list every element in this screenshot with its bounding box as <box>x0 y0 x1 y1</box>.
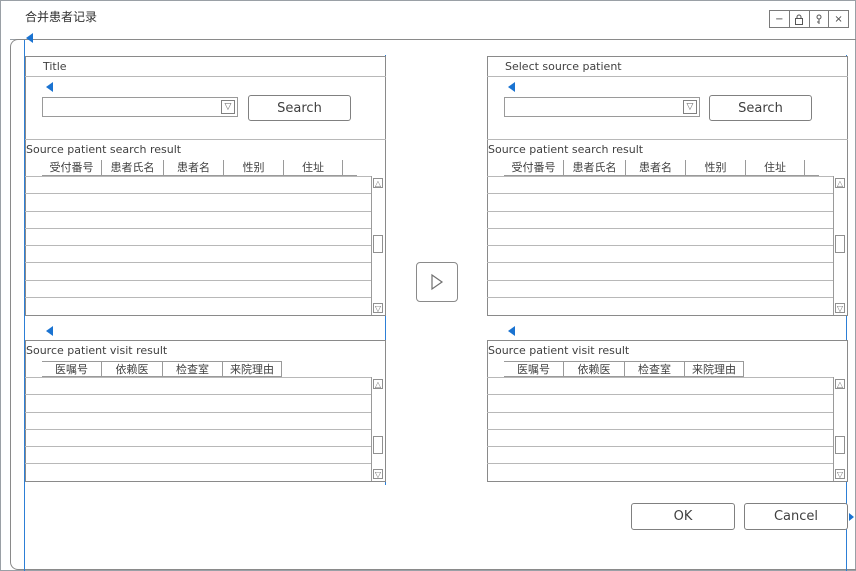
column-header[interactable]: 患者名 <box>626 160 686 175</box>
table-row[interactable] <box>487 463 833 464</box>
divider <box>487 139 848 140</box>
table-row[interactable] <box>487 297 833 298</box>
scroll-down-icon[interactable]: ▽ <box>835 469 845 479</box>
column-header[interactable]: 住址 <box>284 160 343 175</box>
left-search-button[interactable]: Search <box>248 95 351 121</box>
left-search-result-label: Source patient search result <box>26 143 182 156</box>
column-header[interactable]: 性别 <box>224 160 284 175</box>
table-row[interactable] <box>487 193 833 194</box>
right-visit-result-label: Source patient visit result <box>488 344 630 357</box>
lock-icon[interactable] <box>790 11 810 27</box>
divider <box>487 76 848 77</box>
scroll-down-icon[interactable]: ▽ <box>373 303 383 313</box>
table-row[interactable] <box>25 429 371 430</box>
chevron-down-icon[interactable]: ▽ <box>683 100 697 114</box>
table-row[interactable] <box>487 446 833 447</box>
table-row[interactable] <box>25 412 371 413</box>
divider <box>25 76 386 77</box>
left-panel-title: Title <box>43 60 67 73</box>
chevron-down-icon[interactable]: ▽ <box>221 100 235 114</box>
transfer-button[interactable] <box>416 262 458 302</box>
left-visit-scrollbar[interactable]: △ ▽ <box>371 377 384 481</box>
divider <box>25 139 386 140</box>
collapse-marker-icon <box>508 326 515 336</box>
column-header[interactable]: 患者名 <box>164 160 224 175</box>
collapse-marker-icon <box>46 326 53 336</box>
table-row[interactable] <box>487 176 833 177</box>
window-title: 合并患者记录 <box>25 10 98 24</box>
column-header[interactable]: 依赖医 <box>102 362 163 376</box>
column-header[interactable]: 住址 <box>746 160 805 175</box>
table-row[interactable] <box>25 211 371 212</box>
cancel-button[interactable]: Cancel <box>744 503 848 530</box>
table-row[interactable] <box>487 412 833 413</box>
table-row[interactable] <box>25 463 371 464</box>
scroll-up-icon[interactable]: △ <box>835 178 845 188</box>
left-search-table-header: 受付番号 患者氏名 患者名 性别 住址 <box>42 160 357 176</box>
table-row[interactable] <box>25 297 371 298</box>
column-header[interactable]: 来院理由 <box>685 362 744 376</box>
right-search-table-header: 受付番号 患者氏名 患者名 性别 住址 <box>504 160 819 176</box>
table-row[interactable] <box>25 377 371 378</box>
scroll-down-icon[interactable]: ▽ <box>373 469 383 479</box>
table-row[interactable] <box>487 280 833 281</box>
play-right-icon <box>431 273 444 291</box>
column-header[interactable]: 受付番号 <box>42 160 102 175</box>
table-row[interactable] <box>487 211 833 212</box>
column-header[interactable]: 来院理由 <box>223 362 282 376</box>
scroll-thumb[interactable] <box>373 436 383 454</box>
table-row[interactable] <box>487 394 833 395</box>
right-visit-scrollbar[interactable]: △ ▽ <box>833 377 846 481</box>
table-row[interactable] <box>25 262 371 263</box>
column-header[interactable]: 医嘱号 <box>42 362 102 376</box>
table-row[interactable] <box>487 245 833 246</box>
table-row[interactable] <box>25 176 371 177</box>
table-row[interactable] <box>25 280 371 281</box>
column-header[interactable]: 检查室 <box>163 362 223 376</box>
scroll-up-icon[interactable]: △ <box>373 379 383 389</box>
right-search-button[interactable]: Search <box>709 95 812 121</box>
left-patient-select[interactable]: ▽ <box>42 97 238 117</box>
minimize-icon[interactable]: − <box>770 11 790 27</box>
column-header[interactable]: 患者氏名 <box>564 160 626 175</box>
scroll-up-icon[interactable]: △ <box>835 379 845 389</box>
right-patient-select[interactable]: ▽ <box>504 97 700 117</box>
guide-marker-icon <box>849 513 854 521</box>
collapse-marker-icon <box>508 82 515 92</box>
left-visit-result-label: Source patient visit result <box>26 344 168 357</box>
table-row[interactable] <box>25 245 371 246</box>
right-search-result-label: Source patient search result <box>488 143 644 156</box>
table-row[interactable] <box>25 228 371 229</box>
right-panel-title: Select source patient <box>505 60 622 73</box>
column-header[interactable]: 医嘱号 <box>504 362 564 376</box>
table-row[interactable] <box>25 446 371 447</box>
pin-icon[interactable] <box>810 11 830 27</box>
scroll-down-icon[interactable]: ▽ <box>835 303 845 313</box>
left-visit-table-header: 医嘱号 依赖医 检查室 来院理由 <box>42 361 282 377</box>
column-header[interactable]: 受付番号 <box>504 160 564 175</box>
column-header[interactable]: 性别 <box>686 160 746 175</box>
right-visit-table-header: 医嘱号 依赖医 检查室 来院理由 <box>504 361 744 377</box>
column-header[interactable]: 依赖医 <box>564 362 625 376</box>
table-row[interactable] <box>25 394 371 395</box>
column-header[interactable]: 检查室 <box>625 362 685 376</box>
table-row[interactable] <box>487 429 833 430</box>
guide-marker-icon <box>26 33 33 43</box>
table-row[interactable] <box>487 228 833 229</box>
window-controls: − × <box>769 10 849 28</box>
ok-button[interactable]: OK <box>631 503 735 530</box>
right-search-scrollbar[interactable]: △ ▽ <box>833 176 846 315</box>
scroll-up-icon[interactable]: △ <box>373 178 383 188</box>
scroll-thumb[interactable] <box>835 235 845 253</box>
table-row[interactable] <box>487 377 833 378</box>
scroll-thumb[interactable] <box>373 235 383 253</box>
left-search-scrollbar[interactable]: △ ▽ <box>371 176 384 315</box>
collapse-marker-icon <box>46 82 53 92</box>
column-header[interactable]: 患者氏名 <box>102 160 164 175</box>
close-icon[interactable]: × <box>829 11 848 27</box>
table-row[interactable] <box>25 193 371 194</box>
scroll-thumb[interactable] <box>835 436 845 454</box>
table-row[interactable] <box>487 262 833 263</box>
